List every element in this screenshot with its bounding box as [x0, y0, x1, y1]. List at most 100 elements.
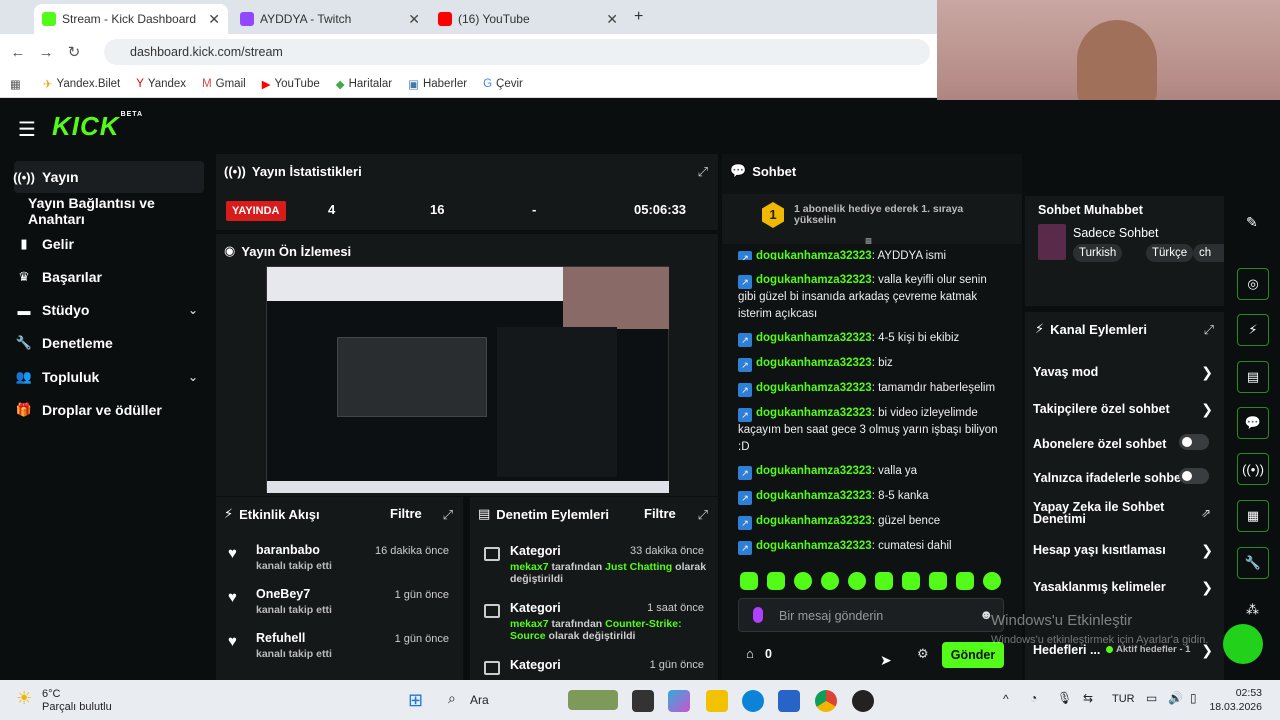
edge-icon[interactable] — [742, 690, 764, 712]
gift-leaderboard[interactable]: 1 1 abonelik hediye ederek 1. sıraya yük… — [722, 194, 1022, 248]
file-explorer-icon[interactable] — [706, 690, 728, 712]
kick-logo[interactable]: KICKBETA — [52, 111, 143, 142]
network-icon[interactable]: ▭ — [1146, 691, 1157, 705]
bookmark[interactable]: M Gmail — [202, 78, 246, 90]
search-highlight-icon[interactable] — [568, 690, 618, 710]
action-slow-mode[interactable]: Yavaş mod ❯ — [1033, 364, 1219, 380]
sidebar-item-denetleme[interactable]: 🔧 Denetleme — [14, 327, 204, 359]
share-icon[interactable]: ⁂ — [1246, 602, 1259, 618]
close-tab-icon[interactable]: ✕ — [606, 11, 618, 28]
tag-chip[interactable]: Türkçe — [1146, 244, 1194, 262]
battery-icon[interactable]: ▯ — [1190, 691, 1197, 705]
sidebar-item-topluluk[interactable]: 👥 Topluluk ⌄ — [14, 361, 204, 393]
language-indicator[interactable]: TUR — [1112, 693, 1135, 705]
emote-bar — [740, 572, 1010, 592]
sidebar-item-stream-key[interactable]: Yayın Bağlantısı ve Anahtarı — [14, 195, 214, 227]
tag-chip[interactable]: Turkish — [1073, 244, 1123, 262]
expand-icon[interactable]: ⤢ — [698, 507, 708, 523]
action-emote-only[interactable]: Yalnızca ifadelerle sohbet — [1033, 468, 1219, 485]
tab-kick-dashboard[interactable]: Stream - Kick Dashboard ✕ — [34, 4, 228, 34]
clock-time[interactable]: 02:53 — [1210, 687, 1262, 699]
microphone-icon[interactable] — [753, 607, 763, 623]
tab-twitch[interactable]: AYDDYA - Twitch ✕ — [232, 4, 428, 34]
emote-icon[interactable] — [740, 572, 758, 590]
emote-icon[interactable] — [794, 572, 812, 590]
edit-pencil-icon[interactable]: ✎ — [1246, 214, 1258, 231]
weather-temp[interactable]: 6°C — [42, 688, 60, 700]
volume-icon[interactable]: 🔊 — [1168, 691, 1183, 705]
settings-gear-icon[interactable]: ⚙ — [917, 646, 929, 662]
back-icon[interactable]: ← — [4, 44, 32, 61]
bookmark[interactable]: G Çevir — [483, 78, 523, 90]
action-banned-words[interactable]: Yasaklanmış kelimeler ❯ — [1033, 579, 1219, 595]
toggle-switch[interactable] — [1179, 468, 1209, 484]
emote-icon[interactable] — [929, 572, 947, 590]
rail-preview-icon[interactable]: ◎ — [1237, 268, 1269, 300]
action-followers-only[interactable]: Takipçilere özel sohbet ❯ — [1033, 401, 1219, 417]
taskbar-search[interactable]: Ara — [470, 693, 489, 707]
clock-date[interactable]: 18.03.2026 — [1200, 701, 1262, 713]
action-account-age[interactable]: Hesap yaşı kısıtlaması ❯ — [1033, 542, 1219, 558]
chrome-icon[interactable] — [815, 690, 837, 712]
tray-chevron-icon[interactable]: ^ — [1003, 692, 1009, 706]
bookmark[interactable]: Y Yandex — [136, 78, 186, 90]
points-icon[interactable]: ⌂ — [746, 646, 754, 661]
forward-icon[interactable]: → — [32, 44, 60, 61]
sidebar-item-studyo[interactable]: ▬ Stüdyo ⌄ — [14, 294, 204, 326]
task-view-icon[interactable] — [632, 690, 654, 712]
action-ai-moderation[interactable]: Yapay Zeka ile Sohbet Denetimi — [1033, 501, 1183, 526]
bookmark[interactable]: ▶ YouTube — [262, 77, 320, 91]
reload-icon[interactable]: ↻ — [60, 43, 88, 61]
tag-chip[interactable]: ch — [1193, 244, 1224, 262]
emote-icon[interactable] — [848, 572, 866, 590]
rail-layout-icon[interactable]: ▦ — [1237, 500, 1269, 532]
floating-action-button[interactable] — [1223, 624, 1263, 664]
weather-desc[interactable]: Parçalı bulutlu — [42, 701, 112, 713]
bookmark[interactable]: ▣ Haberler — [408, 77, 467, 91]
emote-icon[interactable] — [767, 572, 785, 590]
rail-chat-icon[interactable]: 💬 — [1237, 407, 1269, 439]
rail-lightning-icon[interactable]: ⚡ — [1237, 314, 1269, 346]
rail-wrench-icon[interactable]: 🔧 — [1237, 547, 1269, 579]
emote-icon[interactable] — [821, 572, 839, 590]
tray-app-icon[interactable]: ◔ — [1030, 691, 1037, 705]
sidebar-item-droplar[interactable]: 🎁 Droplar ve ödüller — [14, 394, 204, 426]
store-icon[interactable] — [778, 690, 800, 712]
sync-icon[interactable]: ⇆ — [1083, 691, 1093, 705]
close-tab-icon[interactable]: ✕ — [208, 11, 220, 28]
action-subscribers-only[interactable]: Abonelere özel sohbet — [1033, 434, 1219, 451]
toggle-switch[interactable] — [1179, 434, 1209, 450]
search-icon[interactable]: ⌕ — [448, 690, 456, 707]
new-tab-icon[interactable]: + — [634, 8, 643, 26]
rail-broadcast-icon[interactable]: ((•)) — [1237, 453, 1269, 485]
apps-grid-icon[interactable]: ▦ — [10, 77, 21, 91]
expand-icon[interactable]: ⤢ — [1204, 322, 1214, 338]
windows-start-icon[interactable]: ⊞ — [408, 690, 423, 711]
collapse-icon[interactable]: ≡ — [865, 234, 872, 248]
emote-icon[interactable] — [956, 572, 974, 590]
bookmark[interactable]: ◆ Haritalar — [336, 77, 392, 91]
expand-icon[interactable]: ⤢ — [698, 164, 708, 180]
copilot-icon[interactable] — [668, 690, 690, 712]
tab-youtube[interactable]: (16) YouTube ✕ — [430, 4, 626, 34]
emote-icon[interactable] — [902, 572, 920, 590]
close-tab-icon[interactable]: ✕ — [408, 11, 420, 28]
emote-icon[interactable] — [875, 572, 893, 590]
obs-icon[interactable] — [852, 690, 874, 712]
preview-video[interactable] — [266, 266, 669, 493]
chat-input[interactable]: Bir mesaj gönderin ☻ — [738, 598, 1004, 632]
sidebar-item-yayin[interactable]: ((•)) Yayın — [13, 161, 204, 193]
emote-icon[interactable] — [983, 572, 1001, 590]
expand-icon[interactable]: ⤢ — [443, 507, 453, 523]
sidebar-item-basarilar[interactable]: ♛ Başarılar — [14, 261, 204, 293]
bookmark[interactable]: ✈ Yandex.Bilet — [43, 77, 120, 91]
rank-badge-icon: 1 — [762, 202, 784, 228]
external-link-icon[interactable]: ⇗ — [1201, 506, 1211, 520]
filter-button[interactable]: Filtre — [644, 506, 676, 521]
hamburger-menu-icon[interactable]: ☰ — [18, 117, 36, 142]
url-field[interactable]: dashboard.kick.com/stream — [104, 39, 930, 65]
microphone-tray-icon[interactable]: 🎙 — [1057, 691, 1072, 705]
sidebar-item-gelir[interactable]: ▮ Gelir — [14, 228, 204, 260]
filter-button[interactable]: Filtre — [390, 506, 422, 521]
rail-document-icon[interactable]: ▤ — [1237, 361, 1269, 393]
